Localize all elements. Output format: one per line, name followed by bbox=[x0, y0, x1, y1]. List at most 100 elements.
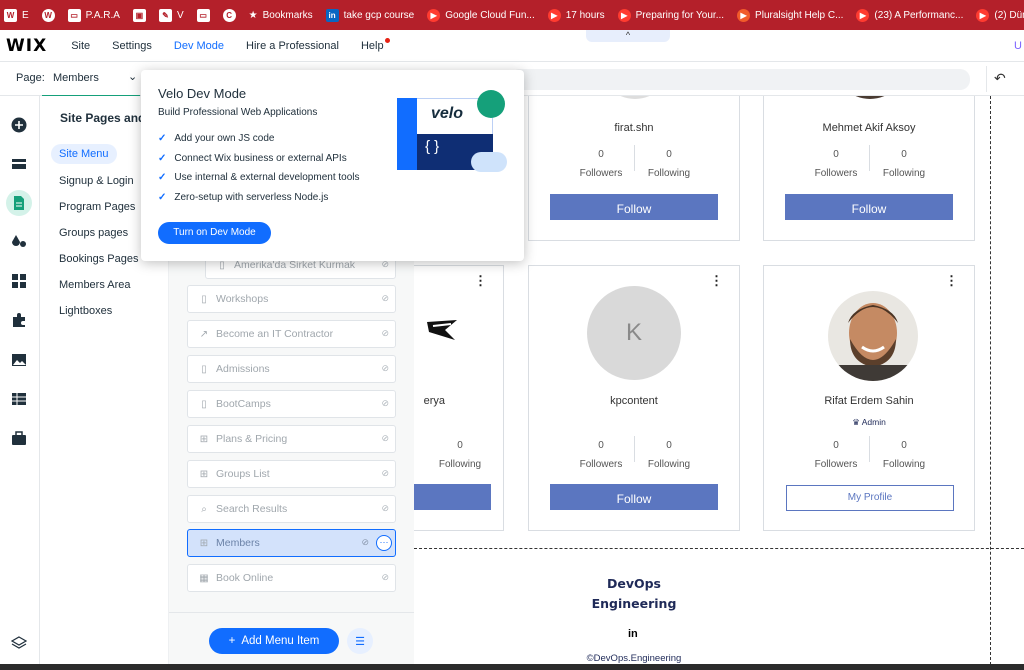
avatar[interactable] bbox=[599, 96, 671, 99]
follow-button[interactable]: Follow bbox=[550, 484, 718, 510]
business-apps-button[interactable] bbox=[8, 309, 30, 331]
nav-dev-mode[interactable]: Dev Mode bbox=[174, 40, 224, 52]
avatar-photo[interactable] bbox=[828, 291, 918, 381]
member-card[interactable]: ⋮ erya 0 Following bbox=[414, 265, 504, 531]
bookmark-item[interactable]: ✎ V bbox=[158, 8, 184, 22]
hidden-eye-icon[interactable]: ⊘ bbox=[381, 398, 389, 409]
wix-icon: W bbox=[4, 8, 17, 22]
category-signup-login[interactable]: Signup & Login bbox=[51, 171, 142, 191]
hidden-eye-icon[interactable]: ⊘ bbox=[381, 572, 389, 583]
nav-hire-professional[interactable]: Hire a Professional bbox=[246, 40, 339, 52]
follow-button[interactable] bbox=[414, 484, 491, 510]
category-program-pages[interactable]: Program Pages bbox=[51, 197, 143, 217]
bookmark-item[interactable]: ▶ Google Cloud Fun... bbox=[427, 8, 535, 22]
user-menu[interactable]: U bbox=[1014, 40, 1022, 52]
more-options-icon[interactable]: ⋮ bbox=[710, 274, 723, 287]
member-name[interactable]: Rifat Erdem Sahin bbox=[764, 395, 974, 407]
following-stat[interactable]: 0 Following bbox=[864, 149, 944, 179]
menu-item[interactable]: ▯ Workshops ⊘ bbox=[187, 285, 396, 313]
bookmark-item[interactable]: ▶(2) Dünyayı Elon... bbox=[976, 8, 1024, 22]
hidden-eye-icon[interactable]: ⊘ bbox=[361, 537, 369, 548]
add-dropdown-icon[interactable]: ☰ bbox=[347, 628, 373, 654]
menu-item[interactable]: ⌕ Search Results ⊘ bbox=[187, 495, 396, 523]
bookmark-item[interactable]: WE bbox=[4, 8, 29, 22]
bookmark-item[interactable]: ▶ Pluralsight Help C... bbox=[737, 8, 843, 22]
add-section-button[interactable] bbox=[8, 153, 30, 175]
bookmark-item[interactable]: ★ Bookmarks bbox=[249, 10, 313, 21]
footer-brand[interactable]: DevOps Engineering bbox=[579, 574, 689, 614]
linkedin-icon[interactable]: in bbox=[628, 628, 638, 640]
menu-item[interactable]: ▯ Admissions ⊘ bbox=[187, 355, 396, 383]
category-lightboxes[interactable]: Lightboxes bbox=[51, 301, 120, 321]
category-bookings-pages[interactable]: Bookings Pages bbox=[51, 249, 147, 269]
avatar[interactable] bbox=[834, 96, 906, 99]
category-groups-pages[interactable]: Groups pages bbox=[51, 223, 136, 243]
add-elements-button[interactable] bbox=[8, 114, 30, 136]
follow-button[interactable]: Follow bbox=[785, 194, 953, 220]
portfolio-button[interactable] bbox=[8, 428, 30, 450]
turn-on-dev-mode-button[interactable]: Turn on Dev Mode bbox=[158, 222, 271, 244]
hidden-eye-icon[interactable]: ⊘ bbox=[381, 468, 389, 479]
hidden-eye-icon[interactable]: ⊘ bbox=[381, 363, 389, 374]
more-actions-icon[interactable]: ··· bbox=[376, 535, 392, 551]
member-name[interactable]: kpcontent bbox=[529, 395, 739, 407]
bookmark-item[interactable]: ▶ (23) A Performanc... bbox=[856, 8, 963, 22]
url-bar[interactable] bbox=[510, 69, 970, 90]
pages-menus-button[interactable] bbox=[6, 190, 32, 216]
apps-grid-icon bbox=[12, 274, 26, 288]
nav-settings[interactable]: Settings bbox=[112, 40, 152, 52]
category-site-menu[interactable]: Site Menu bbox=[51, 144, 117, 164]
following-stat[interactable]: 0 Following bbox=[864, 440, 944, 470]
following-stat[interactable]: 0 Following bbox=[420, 440, 500, 470]
member-card[interactable]: ⋮ K kpcontent 0 Followers 0 Following Foll… bbox=[528, 265, 740, 531]
member-card[interactable]: firat.shn 0 Followers 0 Following Follow bbox=[528, 96, 740, 241]
my-profile-button[interactable]: My Profile bbox=[786, 485, 954, 511]
member-name[interactable]: firat.shn bbox=[529, 122, 739, 134]
hidden-eye-icon[interactable]: ⊘ bbox=[381, 328, 389, 339]
collapse-toolbar-tab[interactable]: ^ bbox=[586, 30, 670, 42]
popup-title: Velo Dev Mode bbox=[158, 86, 247, 101]
menu-item[interactable]: ⊞ Plans & Pricing ⊘ bbox=[187, 425, 396, 453]
nav-site[interactable]: Site bbox=[71, 40, 90, 52]
menu-item-selected[interactable]: ⊞ Members ⊘ ··· bbox=[187, 529, 396, 557]
category-members-area[interactable]: Members Area bbox=[51, 275, 139, 295]
bookmark-item[interactable]: ▭ P.A.R.A bbox=[67, 8, 120, 22]
bookmark-item[interactable]: W bbox=[41, 8, 55, 22]
add-menu-item-button[interactable]: + Add Menu Item bbox=[209, 628, 339, 654]
design-button[interactable] bbox=[8, 230, 30, 252]
hidden-eye-icon[interactable]: ⊘ bbox=[381, 503, 389, 514]
cms-button[interactable] bbox=[8, 388, 30, 410]
nav-help[interactable]: Help bbox=[361, 37, 390, 52]
bookmark-item[interactable]: ▣ bbox=[132, 8, 146, 22]
more-options-icon[interactable]: ⋮ bbox=[474, 274, 487, 287]
add-apps-button[interactable] bbox=[8, 270, 30, 292]
bookmark-item[interactable]: ▭ bbox=[196, 8, 210, 22]
avatar-initial[interactable]: K bbox=[587, 286, 681, 380]
undo-icon[interactable]: ↶ bbox=[994, 70, 1006, 87]
bookmark-item[interactable]: ▶ 17 hours bbox=[547, 8, 605, 22]
member-name[interactable]: Mehmet Akif Aksoy bbox=[764, 122, 974, 134]
following-stat[interactable]: 0 Following bbox=[629, 440, 709, 470]
hidden-eye-icon[interactable]: ⊘ bbox=[381, 433, 389, 444]
member-name[interactable]: erya bbox=[414, 395, 503, 407]
wix-logo[interactable]: WIX bbox=[6, 36, 47, 56]
layers-button[interactable] bbox=[8, 632, 30, 654]
menu-item[interactable]: ▯ BootCamps ⊘ bbox=[187, 390, 396, 418]
bookmark-item[interactable]: in take gcp course bbox=[325, 8, 414, 22]
more-options-icon[interactable]: ⋮ bbox=[945, 274, 958, 287]
sections-icon bbox=[12, 159, 26, 169]
follow-button[interactable]: Follow bbox=[550, 194, 718, 220]
member-card[interactable]: ⋮ Rifat Erdem Sahin ♛ Admin 0 Followers 0… bbox=[763, 265, 975, 531]
member-card[interactable]: Mehmet Akif Aksoy 0 Followers 0 Following … bbox=[763, 96, 975, 241]
chevron-down-icon[interactable]: ⌄ bbox=[128, 70, 137, 83]
menu-item[interactable]: ↗ Become an IT Contractor ⊘ bbox=[187, 320, 396, 348]
following-stat[interactable]: 0 Following bbox=[629, 149, 709, 179]
hidden-eye-icon[interactable]: ⊘ bbox=[381, 293, 389, 304]
media-button[interactable] bbox=[8, 349, 30, 371]
bookmark-item[interactable]: C bbox=[222, 8, 236, 22]
page-selector[interactable]: Members bbox=[53, 72, 99, 84]
bookmark-item[interactable]: ▶ Preparing for Your... bbox=[617, 8, 724, 22]
code-window-sidebar bbox=[397, 98, 417, 170]
menu-item[interactable]: ▦ Book Online ⊘ bbox=[187, 564, 396, 592]
menu-item[interactable]: ⊞ Groups List ⊘ bbox=[187, 460, 396, 488]
